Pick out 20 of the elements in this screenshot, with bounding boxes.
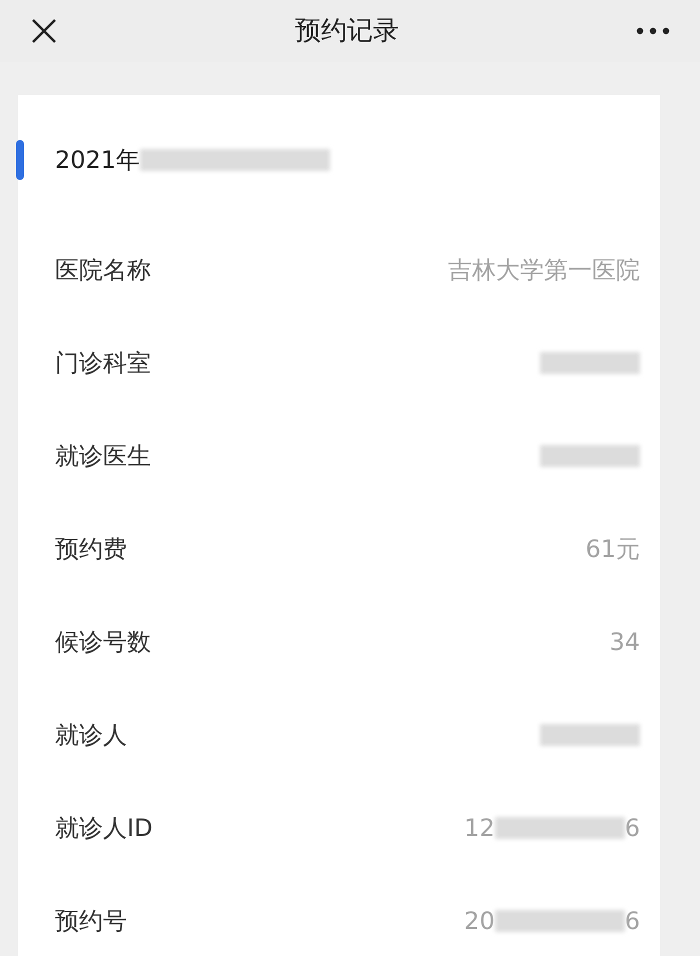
field-value: 6 — [624, 812, 640, 844]
field-value: 20 — [464, 906, 495, 936]
field-value: 吉林大学第一医院 — [448, 254, 640, 286]
accent-bar — [16, 140, 24, 180]
close-icon[interactable] — [30, 17, 58, 45]
field-label: 预约费 — [55, 534, 127, 564]
field-label: 就诊医生 — [55, 440, 151, 472]
more-icon[interactable] — [636, 27, 670, 35]
field-value: 12 — [464, 812, 495, 844]
field-label: 候诊号数 — [55, 626, 151, 658]
field-label: 医院名称 — [55, 254, 151, 286]
field-label: 就诊人ID — [55, 812, 153, 844]
record-date: 2021年 — [55, 145, 140, 176]
field-label: 预约号 — [55, 906, 127, 936]
field-value: 6 — [624, 906, 640, 936]
field-value: 34 — [609, 626, 640, 658]
field-value: 61元 — [585, 534, 640, 564]
page-title: 预约记录 — [295, 14, 399, 48]
field-label: 门诊科室 — [55, 348, 151, 378]
field-label: 就诊人 — [55, 720, 127, 750]
